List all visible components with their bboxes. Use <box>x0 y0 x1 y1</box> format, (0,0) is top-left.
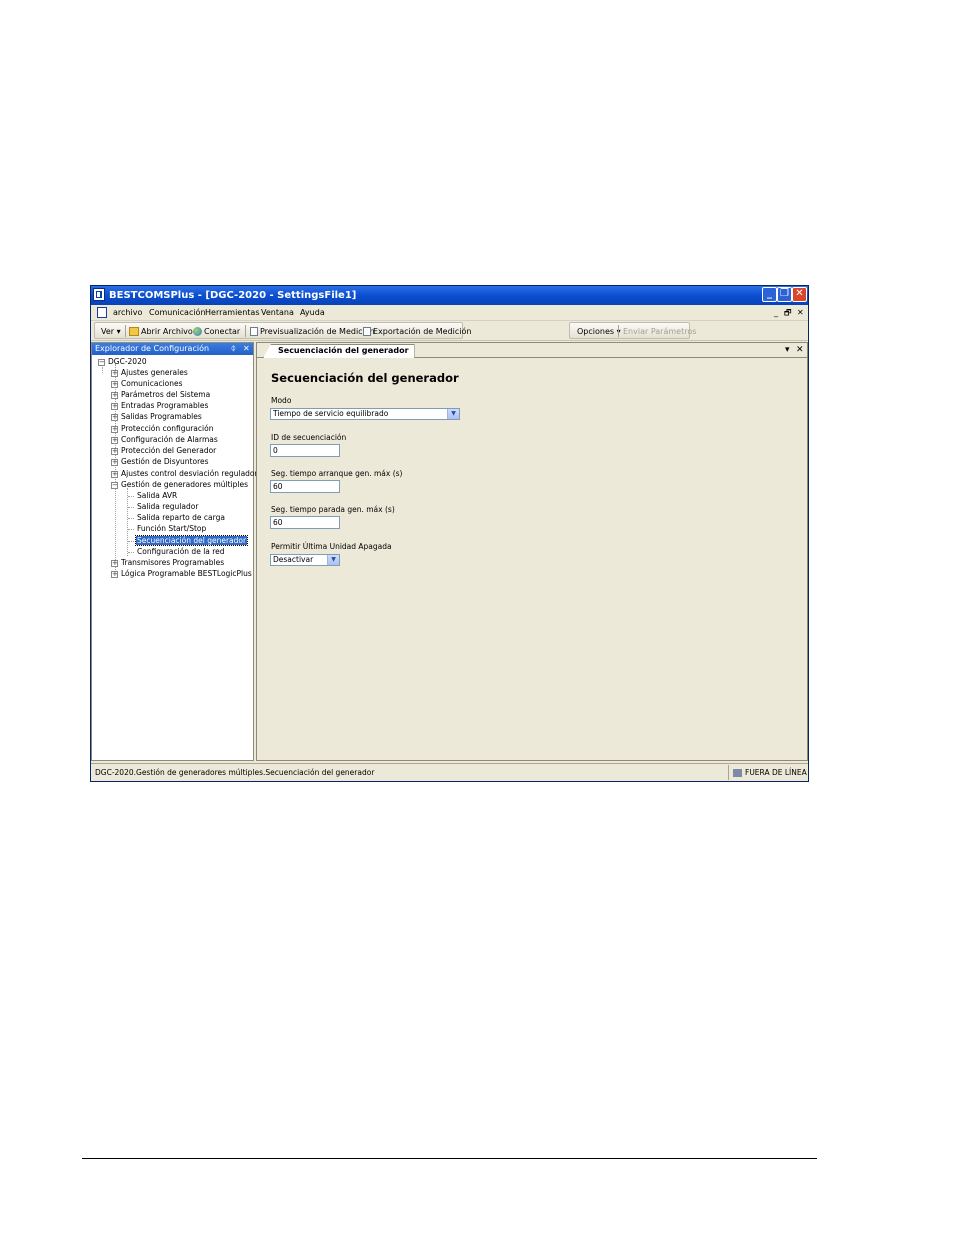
parada-label: Seg. tiempo parada gen. máx (s) <box>271 505 395 514</box>
previsualizacion-button[interactable]: Previsualización de Medición <box>250 323 375 340</box>
explorer-close-button[interactable]: ✕ <box>243 343 250 355</box>
permitir-label: Permitir Última Unidad Apagada <box>271 542 392 551</box>
tree-subitem[interactable]: Configuración de la red <box>137 546 225 557</box>
ver-button[interactable]: Ver ▾ <box>101 323 121 340</box>
form-heading: Secuenciación del generador <box>271 371 459 385</box>
modo-label: Modo <box>271 396 292 405</box>
enviar-parametros-button[interactable]: Enviar Parámetros <box>623 323 696 340</box>
tree-item[interactable]: + Transmisores Programables <box>111 557 224 568</box>
toolbar-options-group: Opciones ▾ Enviar Parámetros <box>569 322 696 340</box>
child-close-button[interactable]: ✕ <box>797 305 804 320</box>
child-restore-button[interactable]: 🗗 <box>784 305 792 320</box>
connection-status: FUERA DE LÍNEA <box>728 765 807 780</box>
chevron-down-icon[interactable]: ▼ <box>327 555 339 565</box>
title-bar: BESTCOMSPlus - [DGC-2020 - SettingsFile1… <box>91 286 808 305</box>
tree-subitem[interactable]: Salida reparto de carga <box>137 512 225 523</box>
document-icon[interactable] <box>97 307 107 318</box>
modo-select[interactable]: Tiempo de servicio equilibrado ▼ <box>270 408 460 420</box>
pin-icon[interactable]: ᛰ <box>231 343 236 355</box>
id-secuenciacion-input[interactable]: 0 <box>270 444 340 457</box>
tree-item[interactable]: + Ajustes control desviación regulador <box>111 468 258 479</box>
page-divider <box>82 1158 817 1159</box>
menu-comunicacion[interactable]: Comunicación <box>149 305 206 320</box>
close-button[interactable]: ✕ <box>792 287 807 302</box>
app-icon <box>93 288 105 301</box>
folder-icon <box>129 327 139 336</box>
menu-archivo[interactable]: archivo <box>113 305 142 320</box>
menu-herramientas[interactable]: Herramientas <box>205 305 260 320</box>
tree-item[interactable]: + Ajustes generales <box>111 367 188 378</box>
offline-icon <box>733 769 742 777</box>
tree-item[interactable]: + Protección configuración <box>111 423 213 434</box>
arranque-label: Seg. tiempo arranque gen. máx (s) <box>271 469 403 478</box>
child-minimize-button[interactable]: _ <box>774 305 778 320</box>
app-window: BESTCOMSPlus - [DGC-2020 - SettingsFile1… <box>90 285 809 782</box>
document-pane: Secuenciación del generador ▾ ✕ Secuenci… <box>256 342 808 761</box>
tree-subitem[interactable]: Función Start/Stop <box>137 523 206 534</box>
document-tabs: Secuenciación del generador ▾ ✕ <box>257 343 807 358</box>
explorer-title: Explorador de Configuración <box>95 344 210 353</box>
tree-item[interactable]: + Comunicaciones <box>111 378 183 389</box>
chevron-down-icon[interactable]: ▼ <box>447 409 459 419</box>
abrir-archivo-button[interactable]: Abrir Archivo <box>129 323 193 340</box>
preview-icon <box>250 327 258 336</box>
tab-list-dropdown-icon[interactable]: ▾ <box>785 343 790 357</box>
tree-subitem-selected[interactable]: Secuenciación del generador <box>134 535 249 546</box>
tree-subitem[interactable]: Salida AVR <box>137 490 177 501</box>
parada-input[interactable]: 60 <box>270 516 340 529</box>
menu-bar: archivo Comunicación Herramientas Ventan… <box>91 305 808 321</box>
permitir-select[interactable]: Desactivar ▼ <box>270 554 340 566</box>
tree-item[interactable]: + Salidas Programables <box>111 411 202 422</box>
tree-root[interactable]: − DGC-2020 <box>98 356 147 367</box>
menu-ayuda[interactable]: Ayuda <box>300 305 325 320</box>
configuration-explorer: Explorador de Configuración ᛰ ✕ − DGC-202… <box>91 342 258 761</box>
arranque-input[interactable]: 60 <box>270 480 340 493</box>
minimize-button[interactable]: _ <box>762 287 777 302</box>
tab-close-button[interactable]: ✕ <box>796 343 804 357</box>
id-secuenciacion-label: ID de secuenciación <box>271 433 347 442</box>
tree-item[interactable]: + Parámetros del Sistema <box>111 389 210 400</box>
tree-subitem[interactable]: Salida regulador <box>137 501 198 512</box>
status-bar: DGC-2020.Gestión de generadores múltiple… <box>91 763 808 781</box>
window-title: BESTCOMSPlus - [DGC-2020 - SettingsFile1… <box>109 290 357 301</box>
tree-item[interactable]: + Gestión de Disyuntores <box>111 456 209 467</box>
menu-ventana[interactable]: Ventana <box>261 305 294 320</box>
maximize-button[interactable]: ❐ <box>777 287 792 302</box>
opciones-button[interactable]: Opciones ▾ <box>577 323 621 340</box>
tree-item[interactable]: + Configuración de Alarmas <box>111 434 218 445</box>
status-path: DGC-2020.Gestión de generadores múltiple… <box>95 768 375 777</box>
explorer-header: Explorador de Configuración ᛰ ✕ <box>92 343 253 355</box>
toolbar: Ver ▾ Abrir Archivo Conectar Previsualiz… <box>91 321 808 341</box>
tree-item[interactable]: + Protección del Generador <box>111 445 216 456</box>
export-icon <box>363 327 371 336</box>
tab-secuenciacion[interactable]: Secuenciación del generador <box>263 344 415 358</box>
tree-item[interactable]: + Lógica Programable BESTLogicPlus <box>111 568 252 579</box>
tree-item[interactable]: + Entradas Programables <box>111 400 208 411</box>
conectar-button[interactable]: Conectar <box>193 323 240 340</box>
exportacion-button[interactable]: Exportación de Medición <box>363 323 471 340</box>
tree-item-expanded[interactable]: − Gestión de generadores múltiples <box>111 479 248 490</box>
toolbar-main-group: Ver ▾ Abrir Archivo Conectar Previsualiz… <box>94 322 471 340</box>
connect-icon <box>193 327 202 336</box>
